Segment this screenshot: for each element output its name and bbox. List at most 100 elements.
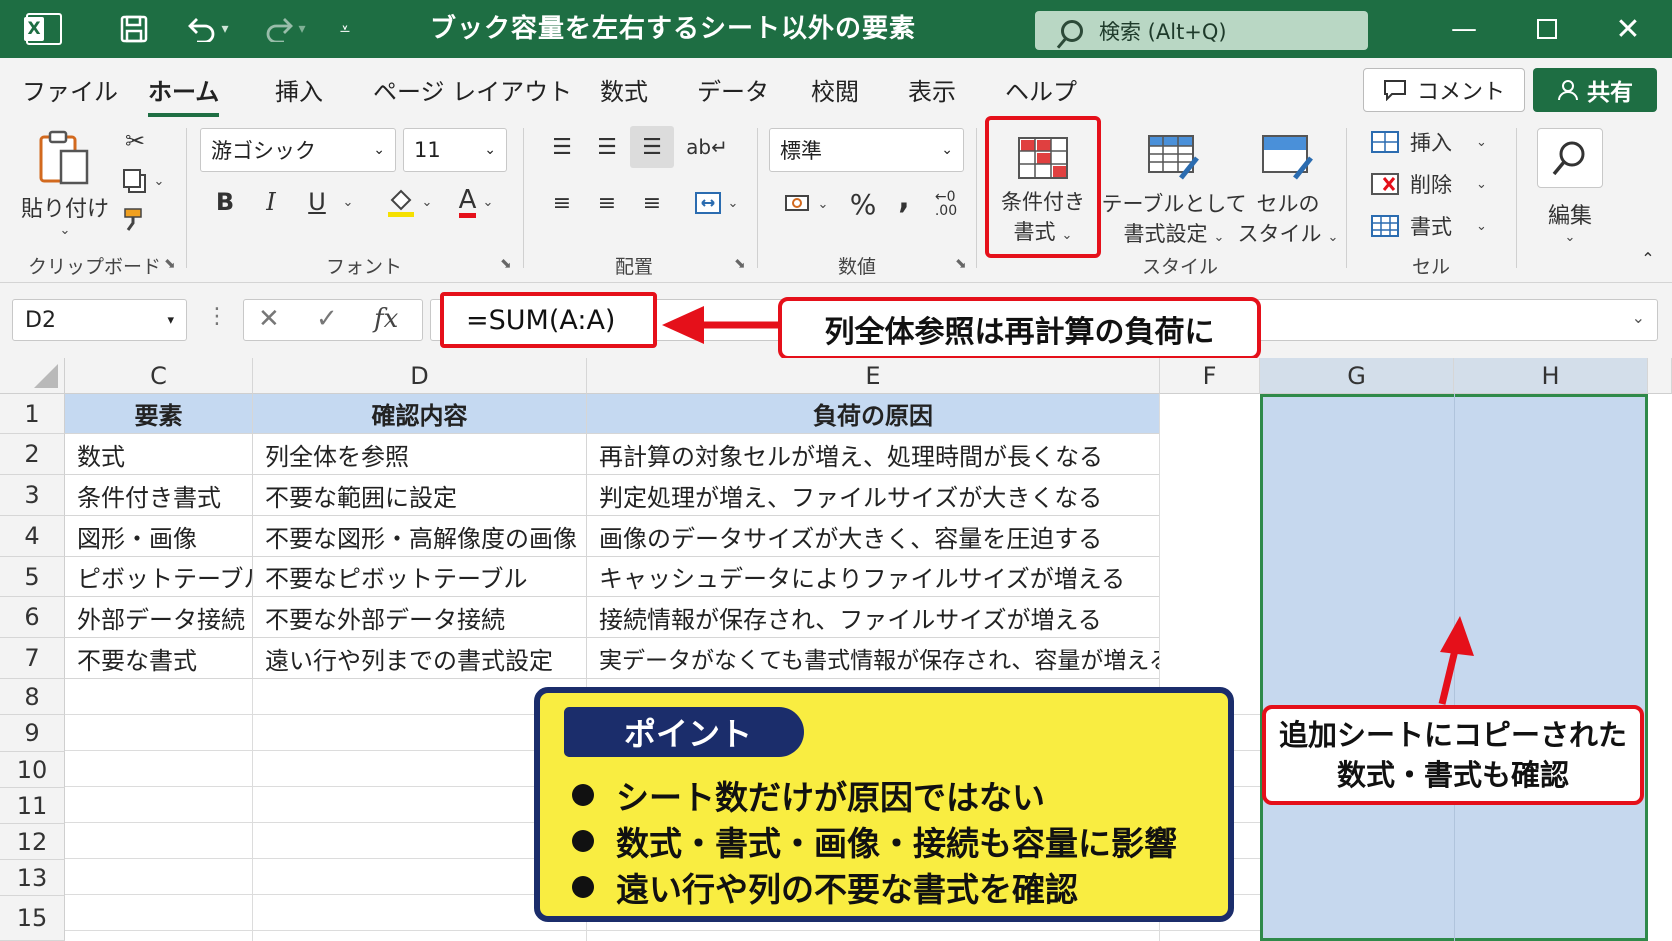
table-cell[interactable]: 不要なピボットテーブル [253,557,587,597]
table-cell[interactable]: 条件付き書式 [65,475,253,516]
collapse-ribbon-icon[interactable]: ⌃ [1636,246,1660,270]
currency-icon[interactable]: ⌄ [776,184,836,224]
tab-review[interactable]: 校閲 [811,72,859,107]
table-cell[interactable]: キャッシュデータによりファイルサイズが増える [587,557,1160,597]
align-top-icon[interactable]: ☰ [545,130,579,164]
close-button[interactable]: ✕ [1598,0,1658,58]
cell-styles-button[interactable]: セルの スタイル ⌄ [1238,128,1338,254]
underline-button[interactable]: U [302,182,332,222]
font-launcher-icon[interactable]: ⬊ [500,256,512,272]
table-cell[interactable]: 不要な範囲に設定 [253,475,587,516]
column-header-h[interactable]: H [1454,358,1648,394]
merge-center-icon[interactable]: ⌄ [688,184,744,222]
row-header[interactable]: 13 [0,860,65,896]
enter-icon[interactable]: ✓ [316,304,338,334]
table-cell[interactable]: 接続情報が保存され、ファイルサイズが増える [587,597,1160,638]
maximize-button[interactable] [1517,0,1577,58]
column-header-next[interactable] [1648,358,1672,394]
delete-cells-button[interactable]: 削除 ⌄ [1370,166,1494,202]
cut-icon[interactable]: ✂ [118,124,152,158]
search-input[interactable]: 検索 (Alt+Q) [1035,11,1368,50]
table-cell[interactable]: 外部データ接続 [65,597,253,638]
redo-icon[interactable]: ▾ [255,0,315,58]
row-header[interactable]: 3 [0,475,65,516]
row-header[interactable]: 15 [0,896,65,941]
row-header[interactable]: 10 [0,752,65,788]
comment-button[interactable]: コメント [1363,68,1525,112]
expand-formula-icon[interactable]: ⌄ [1632,308,1645,327]
tab-insert[interactable]: 挿入 [275,72,323,107]
select-all-button[interactable] [0,358,65,394]
font-name-dropdown[interactable]: 游ゴシック ⌄ [200,128,396,172]
table-cell[interactable]: 数式 [65,434,253,475]
table-header-cell[interactable]: 要素 [65,394,253,434]
percent-button[interactable]: % [846,184,880,224]
format-as-table-button[interactable]: テーブルとして 書式設定 ⌄ [1101,128,1247,254]
row-header[interactable]: 5 [0,557,65,597]
paste-button[interactable]: 貼り付け ⌄ [20,128,110,238]
number-format-dropdown[interactable]: 標準 ⌄ [769,128,964,172]
column-header-c[interactable]: C [65,358,253,394]
decimal-icon[interactable]: ←0.00 [926,184,966,224]
align-right-icon[interactable]: ≡ [635,186,669,220]
comma-button[interactable]: , [892,178,916,218]
table-cell[interactable]: 実データがなくても書式情報が保存され、容量が増える [587,638,1160,679]
format-painter-icon[interactable] [118,202,152,236]
underline-dropdown-icon[interactable]: ⌄ [338,182,358,222]
minimize-button[interactable]: — [1434,0,1494,58]
font-size-dropdown[interactable]: 11 ⌄ [403,128,507,172]
table-cell[interactable]: 遠い行や列までの書式設定 [253,638,587,679]
align-center-icon[interactable]: ≡ [590,186,624,220]
table-cell[interactable]: 不要な外部データ接続 [253,597,587,638]
table-header-cell[interactable]: 確認内容 [253,394,587,434]
bold-button[interactable]: B [210,182,240,222]
tab-data[interactable]: データ [697,72,769,107]
name-box[interactable]: D2 ▾ [12,299,187,341]
row-header[interactable]: 9 [0,715,65,752]
column-header-d[interactable]: D [253,358,587,394]
fx-icon[interactable]: fx [374,304,398,334]
clipboard-launcher-icon[interactable]: ⬊ [164,256,176,272]
column-header-e[interactable]: E [587,358,1160,394]
row-header[interactable]: 7 [0,638,65,679]
format-cells-button[interactable]: 書式 ⌄ [1370,208,1494,244]
cancel-icon[interactable]: ✕ [258,304,280,334]
tab-home[interactable]: ホーム [148,72,220,117]
column-header-g[interactable]: G [1260,358,1454,394]
align-left-icon[interactable]: ≡ [545,186,579,220]
save-icon[interactable] [112,0,156,58]
tab-file[interactable]: ファイル [22,72,118,107]
align-bottom-icon[interactable]: ☰ [630,126,674,168]
table-cell[interactable]: 再計算の対象セルが増え、処理時間が長くなる [587,434,1160,475]
table-cell[interactable]: 画像のデータサイズが大きく、容量を圧迫する [587,516,1160,557]
tab-formulas[interactable]: 数式 [600,72,648,107]
row-header[interactable]: 6 [0,597,65,638]
table-cell[interactable]: 不要な書式 [65,638,253,679]
undo-icon[interactable]: ▾ [178,0,238,58]
row-header[interactable]: 8 [0,679,65,715]
table-cell[interactable]: 判定処理が増え、ファイルサイズが大きくなる [587,475,1160,516]
row-header[interactable]: 2 [0,434,65,475]
copy-icon[interactable]: ⌄ [116,164,170,198]
customize-toolbar-icon[interactable]: ⩡ [330,0,360,58]
tab-help[interactable]: ヘルプ [1005,72,1077,107]
row-header[interactable]: 12 [0,824,65,860]
editing-button[interactable]: 編集 ⌄ [1530,126,1610,246]
row-header[interactable]: 11 [0,788,65,824]
fill-color-icon[interactable]: ⌄ [382,182,436,222]
italic-button[interactable]: I [256,182,286,222]
font-color-icon[interactable]: A ⌄ [448,182,504,222]
wrap-text-icon[interactable]: ab↵ [686,130,728,164]
align-middle-icon[interactable]: ☰ [590,130,624,164]
table-cell[interactable]: 列全体を参照 [253,434,587,475]
row-header[interactable]: 4 [0,516,65,557]
tab-page-layout[interactable]: ページ レイアウト [373,72,572,107]
tab-view[interactable]: 表示 [908,72,956,107]
alignment-launcher-icon[interactable]: ⬊ [734,256,746,272]
table-cell[interactable]: ピボットテーブル [65,557,253,597]
share-button[interactable]: 共有 [1533,68,1657,112]
insert-cells-button[interactable]: 挿入 ⌄ [1370,124,1494,160]
table-header-cell[interactable]: 負荷の原因 [587,394,1160,434]
table-cell[interactable]: 図形・画像 [65,516,253,557]
number-launcher-icon[interactable]: ⬊ [955,256,967,272]
